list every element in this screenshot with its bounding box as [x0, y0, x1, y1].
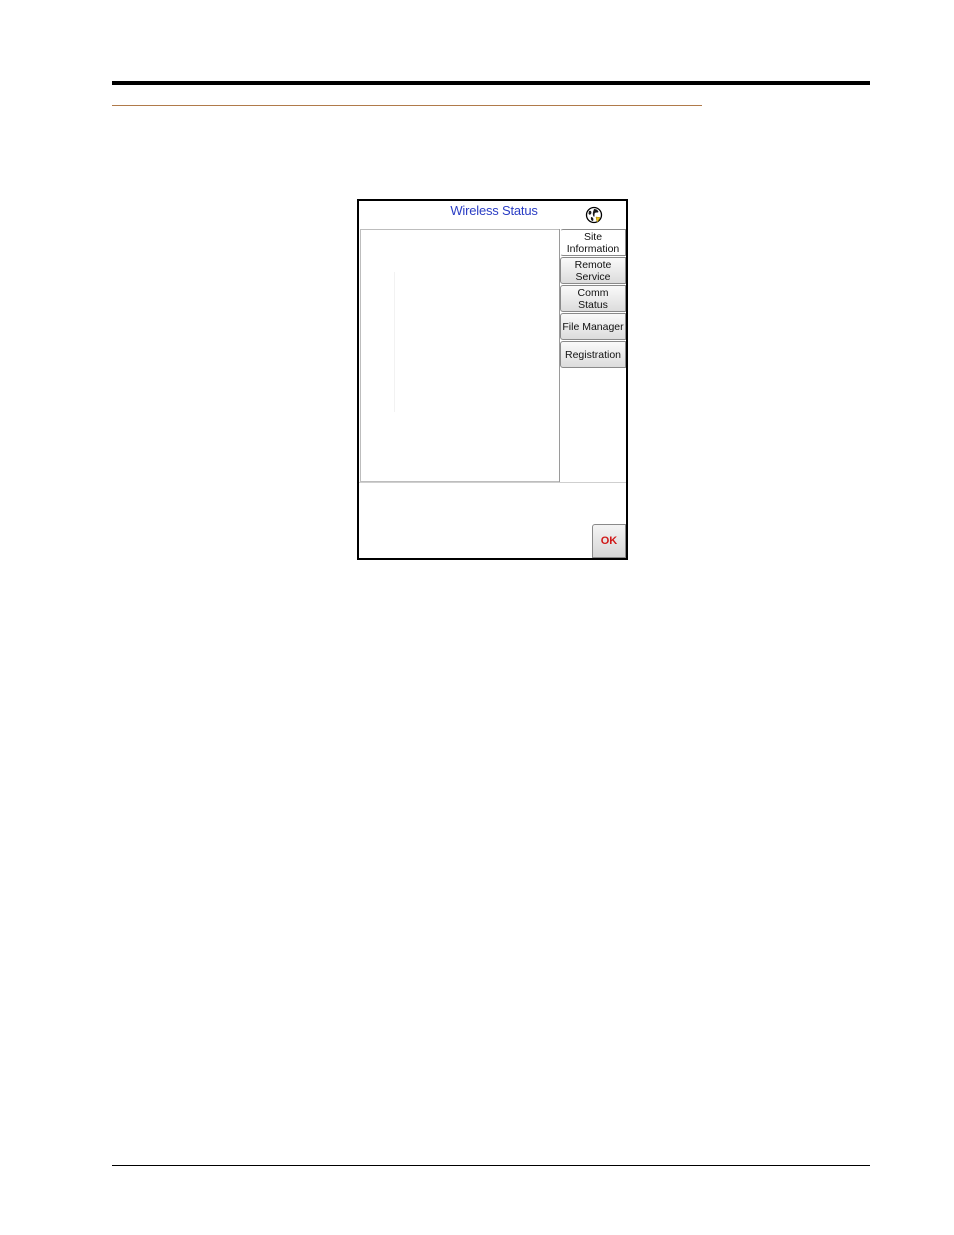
tab-file-manager[interactable]: File Manager	[560, 313, 626, 340]
tab-remote-service[interactable]: Remote Service	[560, 257, 626, 284]
content-pane	[360, 229, 560, 482]
content-ghost-line	[394, 272, 395, 412]
footer-rule	[112, 1165, 870, 1166]
tab-site-information[interactable]: Site Information	[560, 229, 626, 256]
tab-registration[interactable]: Registration	[560, 341, 626, 368]
globe-icon[interactable]	[585, 206, 603, 224]
tab-column: Site Information Remote Service Comm Sta…	[559, 229, 626, 482]
section-rule	[112, 105, 702, 106]
header-rule	[112, 81, 870, 85]
title-bar: Wireless Status	[359, 201, 626, 229]
ok-button[interactable]: OK	[592, 524, 626, 558]
footer-divider	[359, 482, 626, 483]
tab-comm-status[interactable]: Comm Status	[560, 285, 626, 312]
wireless-status-screen: Wireless Status Site Information Remote …	[357, 199, 628, 560]
